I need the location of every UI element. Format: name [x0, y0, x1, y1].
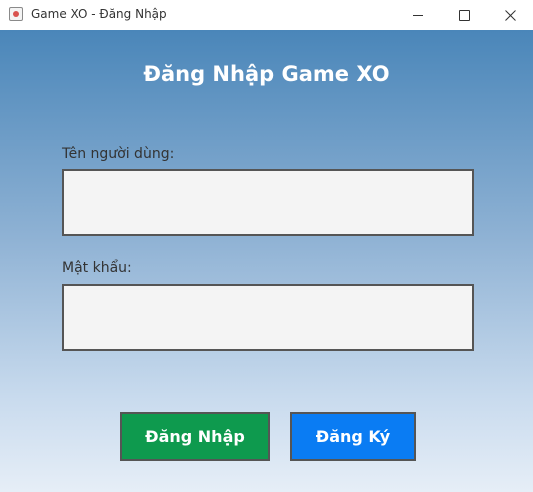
- window-title: Game XO - Đăng Nhập: [31, 7, 167, 21]
- java-app-icon: [9, 7, 23, 21]
- page-title: Đăng Nhập Game XO: [143, 62, 390, 86]
- password-field[interactable]: [62, 284, 474, 351]
- minimize-icon: [413, 14, 423, 16]
- login-window: Game XO - Đăng Nhập Đăng Nhập Game XO Tê…: [0, 0, 533, 492]
- maximize-icon: [458, 9, 470, 21]
- login-button[interactable]: Đăng Nhập: [120, 412, 270, 461]
- close-button[interactable]: [487, 0, 533, 30]
- login-panel: Đăng Nhập Game XO Tên người dùng: Mật kh…: [0, 30, 533, 492]
- username-field[interactable]: [62, 169, 474, 236]
- register-button[interactable]: Đăng Ký: [290, 412, 416, 461]
- title-bar[interactable]: Game XO - Đăng Nhập: [0, 0, 533, 30]
- maximize-button[interactable]: [441, 0, 487, 30]
- minimize-button[interactable]: [395, 0, 441, 30]
- close-icon: [504, 9, 516, 21]
- username-label: Tên người dùng:: [62, 146, 175, 162]
- password-label: Mật khẩu:: [62, 260, 132, 276]
